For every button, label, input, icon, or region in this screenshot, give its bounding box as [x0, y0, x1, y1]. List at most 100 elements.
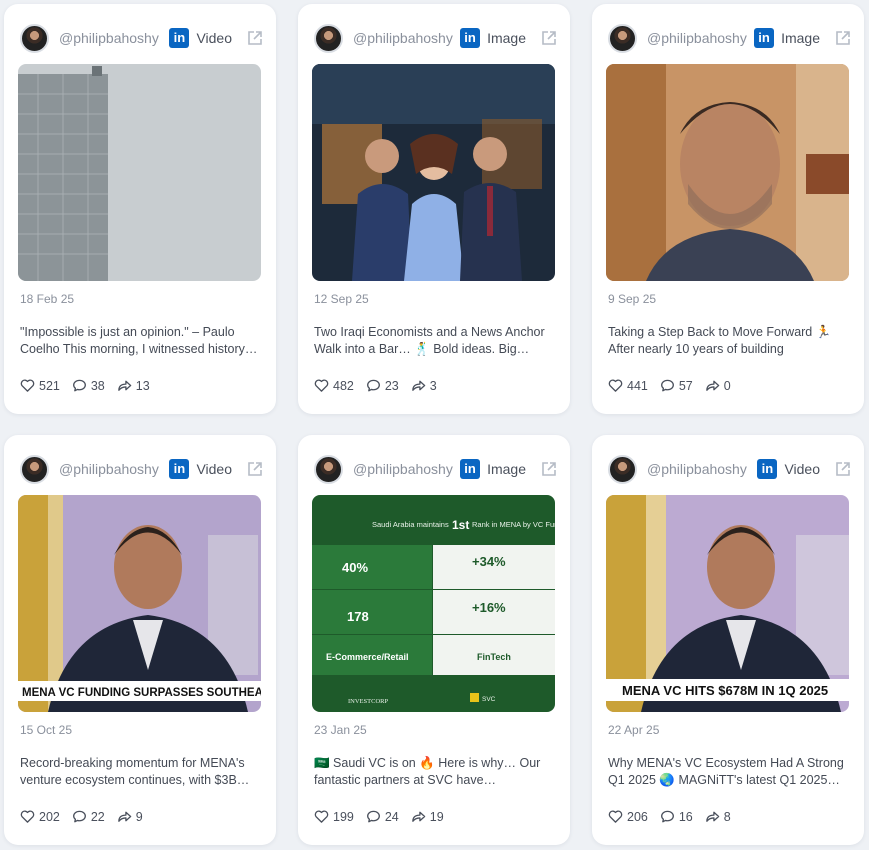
post-text: "Impossible is just an opinion." – Paulo… — [20, 325, 258, 356]
comment-icon — [660, 809, 675, 824]
post-text: Why MENA's VC Ecosystem Had A Strong Q1 … — [608, 756, 844, 787]
post-date: 18 Feb 25 — [20, 292, 75, 306]
post-video-thumbnail[interactable]: MENA VC FUNDING SURPASSES SOUTHEAS — [18, 495, 261, 712]
infographic-footer-left: INVESTCORP — [348, 698, 388, 705]
avatar — [314, 23, 343, 53]
shares-count: 19 — [429, 809, 444, 824]
post-image[interactable] — [606, 64, 849, 281]
infographic-cell: E-Commerce/Retail — [326, 652, 409, 662]
infographic-cell: FinTech — [477, 652, 511, 662]
post-video-thumbnail[interactable] — [18, 64, 261, 281]
shares-count: 8 — [723, 809, 731, 824]
like-icon — [608, 378, 623, 393]
external-link-icon[interactable] — [540, 460, 558, 478]
likes-count: 482 — [333, 378, 354, 393]
post-text: 🇸🇦 Saudi VC is on 🔥 Here is why… Our fan… — [314, 756, 541, 787]
external-link-icon[interactable] — [246, 29, 264, 47]
external-link-icon[interactable] — [834, 29, 852, 47]
comment-icon — [366, 809, 381, 824]
svg-text:+34%: +34% — [472, 554, 506, 569]
comments-count: 22 — [90, 809, 105, 824]
post-type-label: Video — [784, 461, 820, 477]
infographic-cell: 40% — [342, 560, 368, 575]
post-header: @philipbahoshy in Image — [314, 22, 558, 54]
author-handle[interactable]: @philipbahoshy — [353, 30, 454, 46]
post-type-label: Image — [487, 461, 526, 477]
linkedin-icon: in — [169, 459, 190, 479]
infographic-cell: +34% — [472, 554, 506, 569]
post-video-thumbnail[interactable]: MENA VC HITS $678M IN 1Q 2025 — [606, 495, 849, 712]
author-handle[interactable]: @philipbahoshy — [647, 461, 751, 477]
svg-text:40%: 40% — [342, 560, 368, 575]
svg-text:MENA VC FUNDING SURPASSES SOUT: MENA VC FUNDING SURPASSES SOUTHEAS — [22, 687, 261, 699]
post-date: 12 Sep 25 — [314, 292, 369, 306]
post-image[interactable]: Saudi Arabia maintains 1st Rank in MENA … — [312, 495, 555, 712]
infographic-cell: +16% — [472, 600, 506, 615]
post-type-label: Image — [781, 30, 820, 46]
external-link-icon[interactable] — [540, 29, 558, 47]
shares-count: 9 — [135, 809, 143, 824]
engagement-stats: 441 57 0 — [608, 378, 743, 393]
avatar — [20, 454, 49, 484]
likes-count: 199 — [333, 809, 354, 824]
linkedin-icon: in — [460, 28, 481, 48]
svg-text:SVC: SVC — [482, 696, 496, 703]
shares-count: 13 — [135, 378, 150, 393]
post-card[interactable]: @philipbahoshy in Video MENA VC FUNDING … — [4, 435, 276, 845]
post-card[interactable]: @philipbahoshy in Image 9 Sep 25 Taking … — [592, 4, 864, 414]
avatar — [314, 454, 343, 484]
likes-count: 521 — [39, 378, 60, 393]
comment-icon — [366, 378, 381, 393]
video-banner-text: MENA VC HITS $678M IN 1Q 2025 — [622, 683, 828, 698]
author-handle[interactable]: @philipbahoshy — [59, 30, 163, 46]
avatar — [608, 23, 637, 53]
svg-text:+16%: +16% — [472, 600, 506, 615]
author-handle[interactable]: @philipbahoshy — [353, 461, 454, 477]
comments-count: 24 — [384, 809, 399, 824]
avatar — [608, 454, 637, 484]
comment-icon — [72, 809, 87, 824]
linkedin-icon: in — [757, 459, 778, 479]
engagement-stats: 202 22 9 — [20, 809, 155, 824]
infographic-footer-right: SVC — [482, 696, 496, 703]
post-header: @philipbahoshy in Video — [608, 453, 852, 485]
svg-text:E-Commerce/Retail: E-Commerce/Retail — [326, 652, 409, 662]
post-card[interactable]: @philipbahoshy in Video MENA VC HITS $67… — [592, 435, 864, 845]
svg-text:FinTech: FinTech — [477, 652, 511, 662]
post-card[interactable]: @philipbahoshy in Image 12 Sep 25 Two Ir… — [298, 4, 570, 414]
svg-text:INVESTCORP: INVESTCORP — [348, 698, 388, 705]
post-type-label: Video — [196, 461, 232, 477]
like-icon — [314, 378, 329, 393]
engagement-stats: 521 38 13 — [20, 378, 162, 393]
post-date: 15 Oct 25 — [20, 723, 73, 737]
author-handle[interactable]: @philipbahoshy — [59, 461, 163, 477]
infographic-rank-suffix: Rank in MENA by VC Funding — [472, 520, 555, 529]
likes-count: 206 — [627, 809, 648, 824]
likes-count: 441 — [627, 378, 648, 393]
external-link-icon[interactable] — [246, 460, 264, 478]
svg-text:Rank in MENA by VC Funding: Rank in MENA by VC Funding — [472, 520, 555, 529]
avatar — [20, 23, 49, 53]
author-handle[interactable]: @philipbahoshy — [647, 30, 748, 46]
post-image[interactable] — [312, 64, 555, 281]
post-header: @philipbahoshy in Video — [20, 22, 264, 54]
external-link-icon[interactable] — [834, 460, 852, 478]
likes-count: 202 — [39, 809, 60, 824]
like-icon — [608, 809, 623, 824]
engagement-stats: 482 23 3 — [314, 378, 449, 393]
comments-count: 57 — [678, 378, 693, 393]
post-text: Record-breaking momentum for MENA's vent… — [20, 756, 250, 787]
comments-count: 23 — [384, 378, 399, 393]
like-icon — [314, 809, 329, 824]
share-icon — [705, 809, 720, 824]
svg-text:Saudi Arabia maintains: Saudi Arabia maintains — [372, 520, 449, 529]
post-card[interactable]: @philipbahoshy in Video 18 Feb 25 "Impos… — [4, 4, 276, 414]
post-header: @philipbahoshy in Image — [608, 22, 852, 54]
linkedin-icon: in — [754, 28, 775, 48]
post-card[interactable]: @philipbahoshy in Image Saudi Arabia mai… — [298, 435, 570, 845]
linkedin-icon: in — [169, 28, 190, 48]
shares-count: 0 — [723, 378, 731, 393]
video-banner-text: MENA VC FUNDING SURPASSES SOUTHEAS — [22, 687, 261, 699]
comment-icon — [72, 378, 87, 393]
post-text: Taking a Step Back to Move Forward 🏃 Aft… — [608, 325, 832, 356]
